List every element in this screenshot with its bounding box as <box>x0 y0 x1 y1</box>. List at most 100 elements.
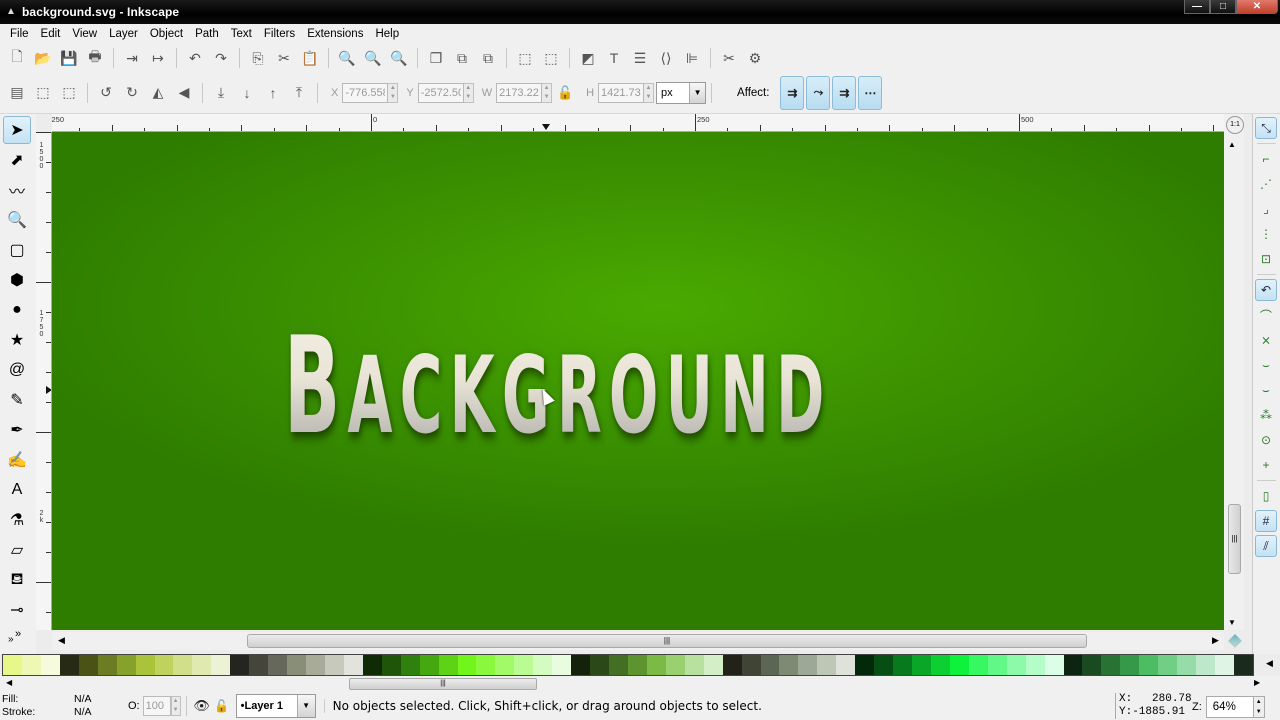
ungroup-icon[interactable]: ⬚ <box>539 46 563 70</box>
palette-swatch[interactable] <box>419 655 439 675</box>
current-layer-select[interactable]: •Layer 1 ▼ <box>235 694 316 718</box>
palette-swatch[interactable] <box>3 655 22 675</box>
scroll-up-icon[interactable]: ▲ <box>1228 140 1236 149</box>
spin-down-icon[interactable]: ▼ <box>644 92 654 102</box>
fill-stroke-indicator[interactable]: Fill: N/A Stroke: N/A <box>0 693 110 719</box>
layer-lock-icon[interactable]: 🔓 <box>213 694 231 718</box>
palette-swatch[interactable] <box>1196 655 1215 675</box>
palette-swatch[interactable] <box>1063 655 1083 675</box>
menu-edit[interactable]: Edit <box>35 28 67 40</box>
x-spinbox[interactable]: ▲▼ <box>342 82 399 103</box>
duplicate-icon[interactable]: ❐ <box>424 46 448 70</box>
palette-swatch[interactable] <box>646 655 666 675</box>
palette-swatch[interactable] <box>893 655 912 675</box>
palette-swatch[interactable] <box>1139 655 1159 675</box>
palette-swatch[interactable] <box>457 655 477 675</box>
palette-swatch[interactable] <box>249 655 269 675</box>
open-icon[interactable]: 📂 <box>31 46 55 70</box>
align-distribute-icon[interactable]: ⊫ <box>680 46 704 70</box>
w-spinbox[interactable]: ▲▼ <box>496 82 553 103</box>
palette-swatch[interactable] <box>154 655 174 675</box>
palette-swatch[interactable] <box>665 655 685 675</box>
raise-icon[interactable]: ↑ <box>261 81 285 105</box>
menu-help[interactable]: Help <box>369 28 405 40</box>
palette-swatch[interactable] <box>59 655 79 675</box>
palette-swatch[interactable] <box>230 655 250 675</box>
palette-swatch[interactable] <box>343 655 363 675</box>
xml-editor-icon[interactable]: ⟨⟩ <box>654 46 678 70</box>
scale-stroke-icon[interactable]: ⇉ <box>780 75 805 110</box>
palette-swatch[interactable] <box>381 655 401 675</box>
vertical-scroll-thumb[interactable]: ||| <box>1228 504 1241 574</box>
palette-swatch[interactable] <box>268 655 288 675</box>
palette-swatch[interactable] <box>930 655 950 675</box>
zoom-page-icon[interactable]: 🔍 <box>387 46 411 70</box>
palette-swatch[interactable] <box>324 655 344 675</box>
minimize-button[interactable]: — <box>1184 0 1210 14</box>
ellipse-tool-icon[interactable]: ● <box>3 296 31 324</box>
chevron-down-icon[interactable]: ▼ <box>689 82 706 103</box>
palette-swatch[interactable] <box>684 655 704 675</box>
palette-swatch[interactable] <box>571 655 591 675</box>
snap-enable-icon[interactable]: ⤡ <box>1255 117 1277 139</box>
snap-paths-icon[interactable]: ⌒ <box>1255 304 1277 326</box>
snap-guides-icon[interactable]: ⫽ <box>1255 535 1277 557</box>
horizontal-scrollbar[interactable]: ◀ ||| ▶ <box>52 632 1224 650</box>
spray-tool-icon[interactable]: ⚗ <box>3 506 31 534</box>
palette-swatch[interactable] <box>362 655 382 675</box>
menu-object[interactable]: Object <box>144 28 189 40</box>
palette-swatch[interactable] <box>135 655 155 675</box>
snap-midpoints-icon[interactable]: ⁂ <box>1255 404 1277 426</box>
palette-swatch[interactable] <box>173 655 193 675</box>
snap-smooth-nodes-icon[interactable]: ⌣ <box>1255 379 1277 401</box>
palette-swatch[interactable] <box>1233 655 1253 675</box>
chevron-down-icon[interactable]: ▼ <box>296 695 315 717</box>
deselect-icon[interactable]: ⬚ <box>57 81 81 105</box>
palette-swatch[interactable] <box>1082 655 1102 675</box>
scroll-right-icon[interactable]: ▶ <box>1212 635 1219 646</box>
paste-icon[interactable]: 📋 <box>298 46 322 70</box>
snap-bbox-icon[interactable]: ⌐ <box>1255 148 1277 170</box>
menu-file[interactable]: File <box>4 28 35 40</box>
transform-gradients-icon[interactable]: ⇉ <box>832 75 857 110</box>
snap-object-centers-icon[interactable]: ⊙ <box>1255 429 1277 451</box>
palette-swatch[interactable] <box>1120 655 1140 675</box>
toolbox-overflow-button[interactable]: » <box>0 628 36 640</box>
palette-scroll-thumb[interactable]: ||| <box>349 678 537 690</box>
flip-vertical-icon[interactable]: ◀ <box>172 81 196 105</box>
zoom-1-to-1-button[interactable]: 1:1 <box>1226 116 1244 134</box>
spin-down-icon[interactable]: ▼ <box>388 92 398 102</box>
rectangle-tool-icon[interactable]: ▢ <box>3 236 31 264</box>
node-tool-icon[interactable]: ⬈ <box>3 146 31 174</box>
zoom-input[interactable] <box>1205 696 1254 718</box>
spiral-tool-icon[interactable]: @ <box>3 356 31 384</box>
spin-up-icon[interactable]: ▲ <box>644 83 654 93</box>
menu-view[interactable]: View <box>66 28 103 40</box>
export-icon[interactable]: ↦ <box>146 46 170 70</box>
palette-swatch[interactable] <box>968 655 988 675</box>
palette-swatch[interactable] <box>287 655 306 675</box>
cut-icon[interactable]: ✂ <box>272 46 296 70</box>
snap-nodes-icon[interactable]: ↶ <box>1255 279 1277 301</box>
h-spinbox[interactable]: ▲▼ <box>598 82 655 103</box>
palette-swatch[interactable] <box>533 655 553 675</box>
menu-text[interactable]: Text <box>225 28 258 40</box>
transform-patterns-icon[interactable]: ⋯ <box>858 75 883 110</box>
horizontal-scroll-thumb[interactable]: ||| <box>247 634 1087 648</box>
text-tool-icon[interactable]: A <box>3 476 31 504</box>
palette-swatch[interactable] <box>97 655 117 675</box>
flip-horizontal-icon[interactable]: ◭ <box>146 81 170 105</box>
clone-icon[interactable]: ⧉ <box>450 46 474 70</box>
copy-icon[interactable]: ⎘ <box>246 46 270 70</box>
palette-swatch[interactable] <box>741 655 761 675</box>
group-icon[interactable]: ⬚ <box>513 46 537 70</box>
palette-swatch[interactable] <box>1044 655 1064 675</box>
palette-swatch[interactable] <box>116 655 136 675</box>
opacity-input[interactable] <box>142 696 171 716</box>
print-icon[interactable]: 🖶 <box>83 46 107 70</box>
paint-bucket-tool-icon[interactable]: ⛾ <box>3 566 31 594</box>
palette-swatch[interactable] <box>949 655 969 675</box>
palette-swatch[interactable] <box>514 655 534 675</box>
palette-swatch[interactable] <box>912 655 931 675</box>
palette-swatch[interactable] <box>855 655 875 675</box>
